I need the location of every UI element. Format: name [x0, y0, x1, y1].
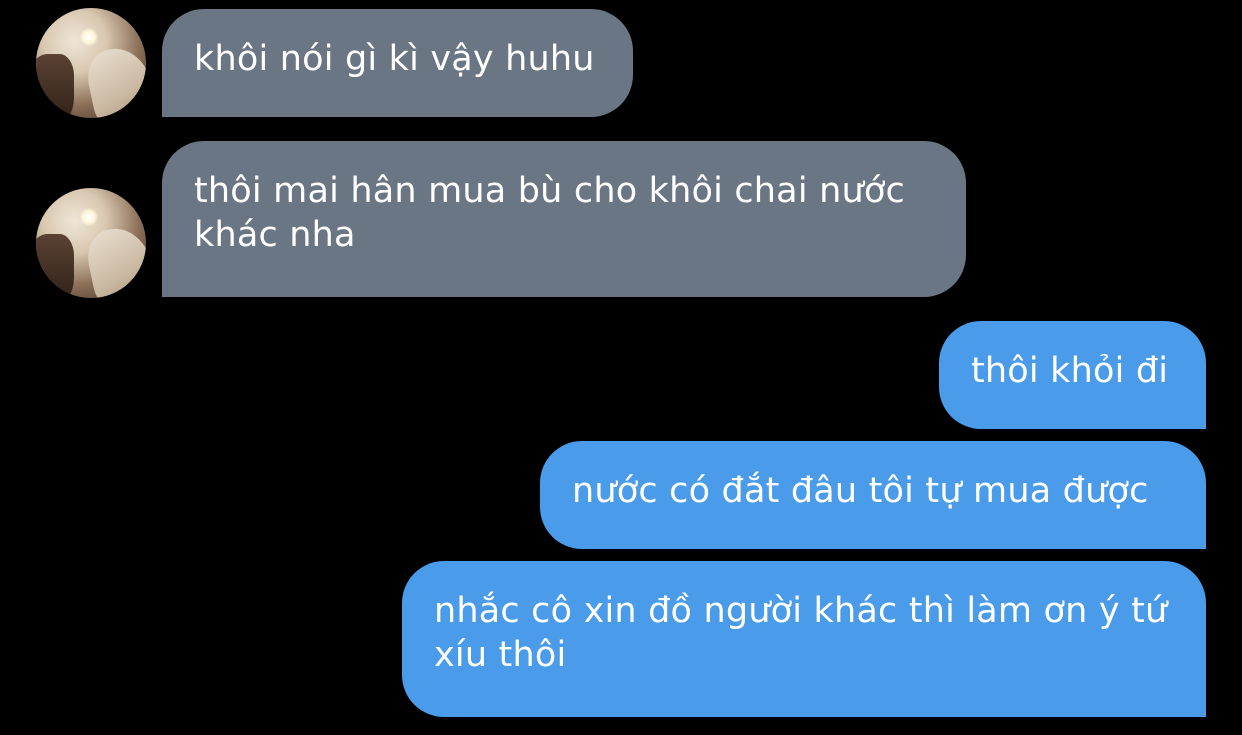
avatar-hair-shape [36, 234, 74, 298]
avatar-hair-shape [36, 54, 74, 118]
message-text: nước có đắt đâu tôi tự mua được [572, 471, 1149, 511]
avatar-light-spot [80, 208, 98, 226]
message-text: thôi mai hân mua bù cho khôi chai nước k… [194, 171, 905, 255]
avatar-light-spot [80, 28, 98, 46]
outgoing-message-bubble[interactable]: nước có đắt đâu tôi tự mua được [540, 441, 1206, 549]
message-text: nhắc cô xin đồ người khác thì làm ơn ý t… [434, 591, 1168, 675]
incoming-message-bubble[interactable]: khôi nói gì kì vậy huhu [162, 9, 633, 117]
sender-avatar[interactable] [36, 8, 146, 118]
avatar-body-shape [82, 222, 146, 298]
sender-avatar[interactable] [36, 188, 146, 298]
message-text: khôi nói gì kì vậy huhu [194, 39, 595, 79]
outgoing-message-bubble[interactable]: thôi khỏi đi [939, 321, 1206, 429]
chat-thread: khôi nói gì kì vậy huhu thôi mai hân mua… [0, 0, 1242, 735]
outgoing-message-bubble[interactable]: nhắc cô xin đồ người khác thì làm ơn ý t… [402, 561, 1206, 717]
incoming-message-bubble[interactable]: thôi mai hân mua bù cho khôi chai nước k… [162, 141, 966, 297]
message-text: thôi khỏi đi [971, 351, 1169, 391]
avatar-body-shape [82, 42, 146, 118]
